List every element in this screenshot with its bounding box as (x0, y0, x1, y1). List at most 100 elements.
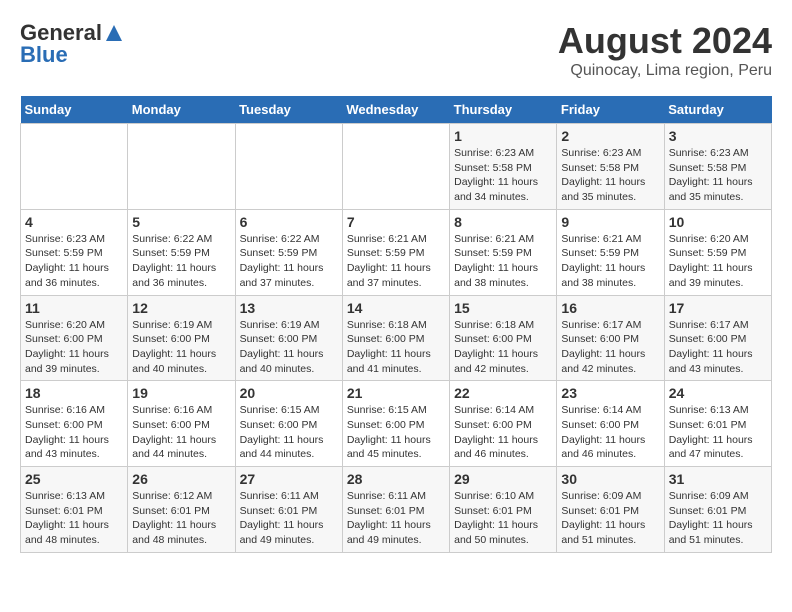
day-content: Sunrise: 6:20 AM Sunset: 6:00 PM Dayligh… (25, 318, 123, 377)
day-content: Sunrise: 6:22 AM Sunset: 5:59 PM Dayligh… (240, 232, 338, 291)
day-content: Sunrise: 6:16 AM Sunset: 6:00 PM Dayligh… (132, 403, 230, 462)
day-number: 22 (454, 385, 552, 401)
header-day-wednesday: Wednesday (342, 96, 449, 124)
day-content: Sunrise: 6:09 AM Sunset: 6:01 PM Dayligh… (561, 489, 659, 548)
day-number: 25 (25, 471, 123, 487)
day-number: 21 (347, 385, 445, 401)
day-content: Sunrise: 6:13 AM Sunset: 6:01 PM Dayligh… (669, 403, 767, 462)
day-number: 4 (25, 214, 123, 230)
day-number: 19 (132, 385, 230, 401)
calendar-cell: 11Sunrise: 6:20 AM Sunset: 6:00 PM Dayli… (21, 295, 128, 381)
day-content: Sunrise: 6:15 AM Sunset: 6:00 PM Dayligh… (347, 403, 445, 462)
calendar-cell (128, 124, 235, 210)
calendar-cell: 4 Sunrise: 6:23 AM Sunset: 5:59 PM Daylig… (21, 209, 128, 295)
calendar-cell (21, 124, 128, 210)
calendar-week-1: 1Sunrise: 6:23 AM Sunset: 5:58 PM Daylig… (21, 124, 772, 210)
day-number: 23 (561, 385, 659, 401)
calendar-cell (342, 124, 449, 210)
calendar-cell: 3Sunrise: 6:23 AM Sunset: 5:58 PM Daylig… (664, 124, 771, 210)
calendar-body: 1Sunrise: 6:23 AM Sunset: 5:58 PM Daylig… (21, 124, 772, 553)
calendar-cell: 28 Sunrise: 6:11 AM Sunset: 6:01 PM Dayli… (342, 467, 449, 553)
calendar-cell: 23 Sunrise: 6:14 AM Sunset: 6:00 PM Dayli… (557, 381, 664, 467)
day-content: Sunrise: 6:23 AM Sunset: 5:58 PM Dayligh… (561, 146, 659, 205)
calendar-cell: 18Sunrise: 6:16 AM Sunset: 6:00 PM Dayli… (21, 381, 128, 467)
day-content: Sunrise: 6:23 AM Sunset: 5:58 PM Dayligh… (454, 146, 552, 205)
day-number: 30 (561, 471, 659, 487)
header-day-saturday: Saturday (664, 96, 771, 124)
day-content: Sunrise: 6:14 AM Sunset: 6:00 PM Dayligh… (561, 403, 659, 462)
day-number: 24 (669, 385, 767, 401)
day-content: Sunrise: 6:19 AM Sunset: 6:00 PM Dayligh… (132, 318, 230, 377)
calendar-cell: 7 Sunrise: 6:21 AM Sunset: 5:59 PM Daylig… (342, 209, 449, 295)
day-content: Sunrise: 6:20 AM Sunset: 5:59 PM Dayligh… (669, 232, 767, 291)
day-number: 15 (454, 300, 552, 316)
calendar-cell: 15 Sunrise: 6:18 AM Sunset: 6:00 PM Dayli… (450, 295, 557, 381)
day-number: 28 (347, 471, 445, 487)
day-content: Sunrise: 6:18 AM Sunset: 6:00 PM Dayligh… (454, 318, 552, 377)
calendar-cell: 1Sunrise: 6:23 AM Sunset: 5:58 PM Daylig… (450, 124, 557, 210)
day-content: Sunrise: 6:23 AM Sunset: 5:58 PM Dayligh… (669, 146, 767, 205)
calendar-week-2: 4 Sunrise: 6:23 AM Sunset: 5:59 PM Daylig… (21, 209, 772, 295)
day-content: Sunrise: 6:13 AM Sunset: 6:01 PM Dayligh… (25, 489, 123, 548)
calendar-cell: 2 Sunrise: 6:23 AM Sunset: 5:58 PM Daylig… (557, 124, 664, 210)
header-day-thursday: Thursday (450, 96, 557, 124)
day-number: 29 (454, 471, 552, 487)
day-number: 13 (240, 300, 338, 316)
calendar-cell: 30 Sunrise: 6:09 AM Sunset: 6:01 PM Dayli… (557, 467, 664, 553)
header-day-monday: Monday (128, 96, 235, 124)
day-content: Sunrise: 6:18 AM Sunset: 6:00 PM Dayligh… (347, 318, 445, 377)
calendar-cell: 26 Sunrise: 6:12 AM Sunset: 6:01 PM Dayli… (128, 467, 235, 553)
calendar-cell: 19 Sunrise: 6:16 AM Sunset: 6:00 PM Dayli… (128, 381, 235, 467)
logo-icon (104, 23, 124, 43)
header-day-sunday: Sunday (21, 96, 128, 124)
day-number: 9 (561, 214, 659, 230)
header-day-tuesday: Tuesday (235, 96, 342, 124)
page-title: August 2024 (558, 20, 772, 62)
day-number: 16 (561, 300, 659, 316)
calendar-cell: 22Sunrise: 6:14 AM Sunset: 6:00 PM Dayli… (450, 381, 557, 467)
header-day-friday: Friday (557, 96, 664, 124)
day-content: Sunrise: 6:12 AM Sunset: 6:01 PM Dayligh… (132, 489, 230, 548)
day-number: 31 (669, 471, 767, 487)
calendar-cell: 13Sunrise: 6:19 AM Sunset: 6:00 PM Dayli… (235, 295, 342, 381)
day-content: Sunrise: 6:11 AM Sunset: 6:01 PM Dayligh… (347, 489, 445, 548)
day-content: Sunrise: 6:21 AM Sunset: 5:59 PM Dayligh… (454, 232, 552, 291)
logo-blue: Blue (20, 42, 68, 68)
page-subtitle: Quinocay, Lima region, Peru (558, 62, 772, 80)
calendar-cell: 20Sunrise: 6:15 AM Sunset: 6:00 PM Dayli… (235, 381, 342, 467)
day-number: 27 (240, 471, 338, 487)
calendar-cell: 17Sunrise: 6:17 AM Sunset: 6:00 PM Dayli… (664, 295, 771, 381)
day-number: 2 (561, 128, 659, 144)
calendar-week-4: 18 Sunrise: 6:16 AM Sunset: 6:00 PM Dayli… (21, 381, 772, 467)
day-number: 18 (25, 385, 123, 401)
day-number: 10 (669, 214, 767, 230)
day-number: 8 (454, 214, 552, 230)
calendar-header: SundayMondayTuesdayWednesdayThursdayFrid… (21, 96, 772, 124)
calendar-cell: 12 Sunrise: 6:19 AM Sunset: 6:00 PM Dayli… (128, 295, 235, 381)
logo: General Blue (20, 20, 124, 68)
day-number: 26 (132, 471, 230, 487)
calendar-cell: 25 Sunrise: 6:13 AM Sunset: 6:01 PM Dayli… (21, 467, 128, 553)
calendar-table: SundayMondayTuesdayWednesdayThursdayFrid… (20, 96, 772, 553)
calendar-cell: 31 Sunrise: 6:09 AM Sunset: 6:01 PM Dayli… (664, 467, 771, 553)
title-block: August 2024 Quinocay, Lima region, Peru (558, 20, 772, 80)
day-content: Sunrise: 6:09 AM Sunset: 6:01 PM Dayligh… (669, 489, 767, 548)
calendar-cell: 14Sunrise: 6:18 AM Sunset: 6:00 PM Dayli… (342, 295, 449, 381)
calendar-cell: 24 Sunrise: 6:13 AM Sunset: 6:01 PM Dayli… (664, 381, 771, 467)
day-number: 12 (132, 300, 230, 316)
calendar-cell: 29Sunrise: 6:10 AM Sunset: 6:01 PM Dayli… (450, 467, 557, 553)
day-content: Sunrise: 6:11 AM Sunset: 6:01 PM Dayligh… (240, 489, 338, 548)
day-content: Sunrise: 6:22 AM Sunset: 5:59 PM Dayligh… (132, 232, 230, 291)
day-number: 5 (132, 214, 230, 230)
day-number: 7 (347, 214, 445, 230)
calendar-cell: 8 Sunrise: 6:21 AM Sunset: 5:59 PM Daylig… (450, 209, 557, 295)
calendar-cell: 16Sunrise: 6:17 AM Sunset: 6:00 PM Dayli… (557, 295, 664, 381)
day-content: Sunrise: 6:21 AM Sunset: 5:59 PM Dayligh… (561, 232, 659, 291)
calendar-cell: 10 Sunrise: 6:20 AM Sunset: 5:59 PM Dayli… (664, 209, 771, 295)
day-content: Sunrise: 6:21 AM Sunset: 5:59 PM Dayligh… (347, 232, 445, 291)
calendar-week-5: 25 Sunrise: 6:13 AM Sunset: 6:01 PM Dayli… (21, 467, 772, 553)
calendar-cell: 27 Sunrise: 6:11 AM Sunset: 6:01 PM Dayli… (235, 467, 342, 553)
calendar-cell (235, 124, 342, 210)
day-content: Sunrise: 6:23 AM Sunset: 5:59 PM Dayligh… (25, 232, 123, 291)
day-content: Sunrise: 6:17 AM Sunset: 6:00 PM Dayligh… (669, 318, 767, 377)
